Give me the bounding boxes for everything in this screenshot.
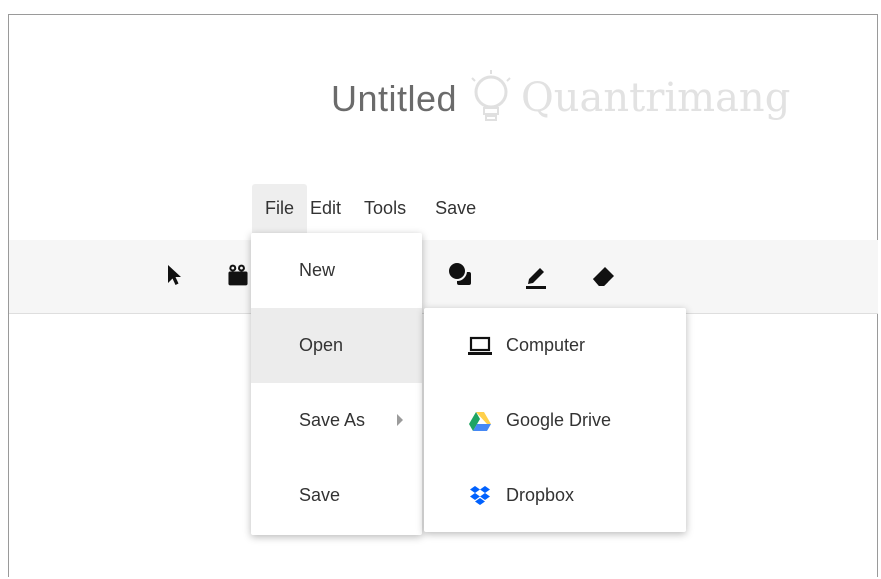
computer-label: Computer	[506, 335, 586, 355]
toolbar	[9, 240, 878, 314]
watermark-text: Quantrimang	[521, 75, 791, 121]
google-drive-label: Google Drive	[506, 410, 612, 430]
eraser-icon	[593, 267, 614, 286]
pencil-tool[interactable]	[521, 260, 551, 290]
google-drive-icon	[468, 409, 492, 433]
menu-item-save-as[interactable]: Save As	[251, 383, 422, 458]
menu-edit[interactable]: Edit	[307, 184, 349, 233]
menu-file[interactable]: File	[252, 184, 308, 233]
clip-tool[interactable]	[225, 260, 251, 290]
menu-item-save[interactable]: Save	[251, 458, 422, 533]
pointer-icon	[168, 265, 181, 285]
pointer-tool[interactable]	[159, 260, 189, 290]
open-from-google-drive[interactable]: Google Drive	[424, 383, 686, 458]
shapes-tool[interactable]	[445, 260, 475, 290]
menu-item-save-as-label: Save As	[299, 410, 366, 430]
dropbox-label: Dropbox	[506, 485, 575, 505]
submenu-arrow-icon	[397, 414, 403, 426]
open-from-dropbox[interactable]: Dropbox	[424, 458, 686, 533]
file-dropdown: New Open Save As Save	[251, 233, 422, 535]
menubar: File Edit Tools Save	[252, 184, 484, 233]
lightbulb-icon	[471, 70, 511, 121]
menu-item-new[interactable]: New	[251, 233, 422, 308]
dropbox-icon	[468, 484, 492, 508]
eraser-tool[interactable]	[589, 260, 619, 290]
film-clip-icon	[228, 264, 248, 286]
laptop-icon	[468, 334, 492, 358]
document-title[interactable]: Untitled	[331, 78, 457, 120]
menu-save[interactable]: Save	[414, 184, 484, 233]
pencil-icon	[526, 268, 546, 289]
watermark: Quantrimang	[467, 66, 817, 130]
menu-item-open[interactable]: Open	[251, 308, 422, 383]
open-from-computer[interactable]: Computer	[424, 308, 686, 383]
open-submenu: Computer Google Drive Dropbox	[424, 308, 686, 532]
menu-tools[interactable]: Tools	[349, 184, 414, 233]
shapes-icon	[447, 261, 471, 285]
